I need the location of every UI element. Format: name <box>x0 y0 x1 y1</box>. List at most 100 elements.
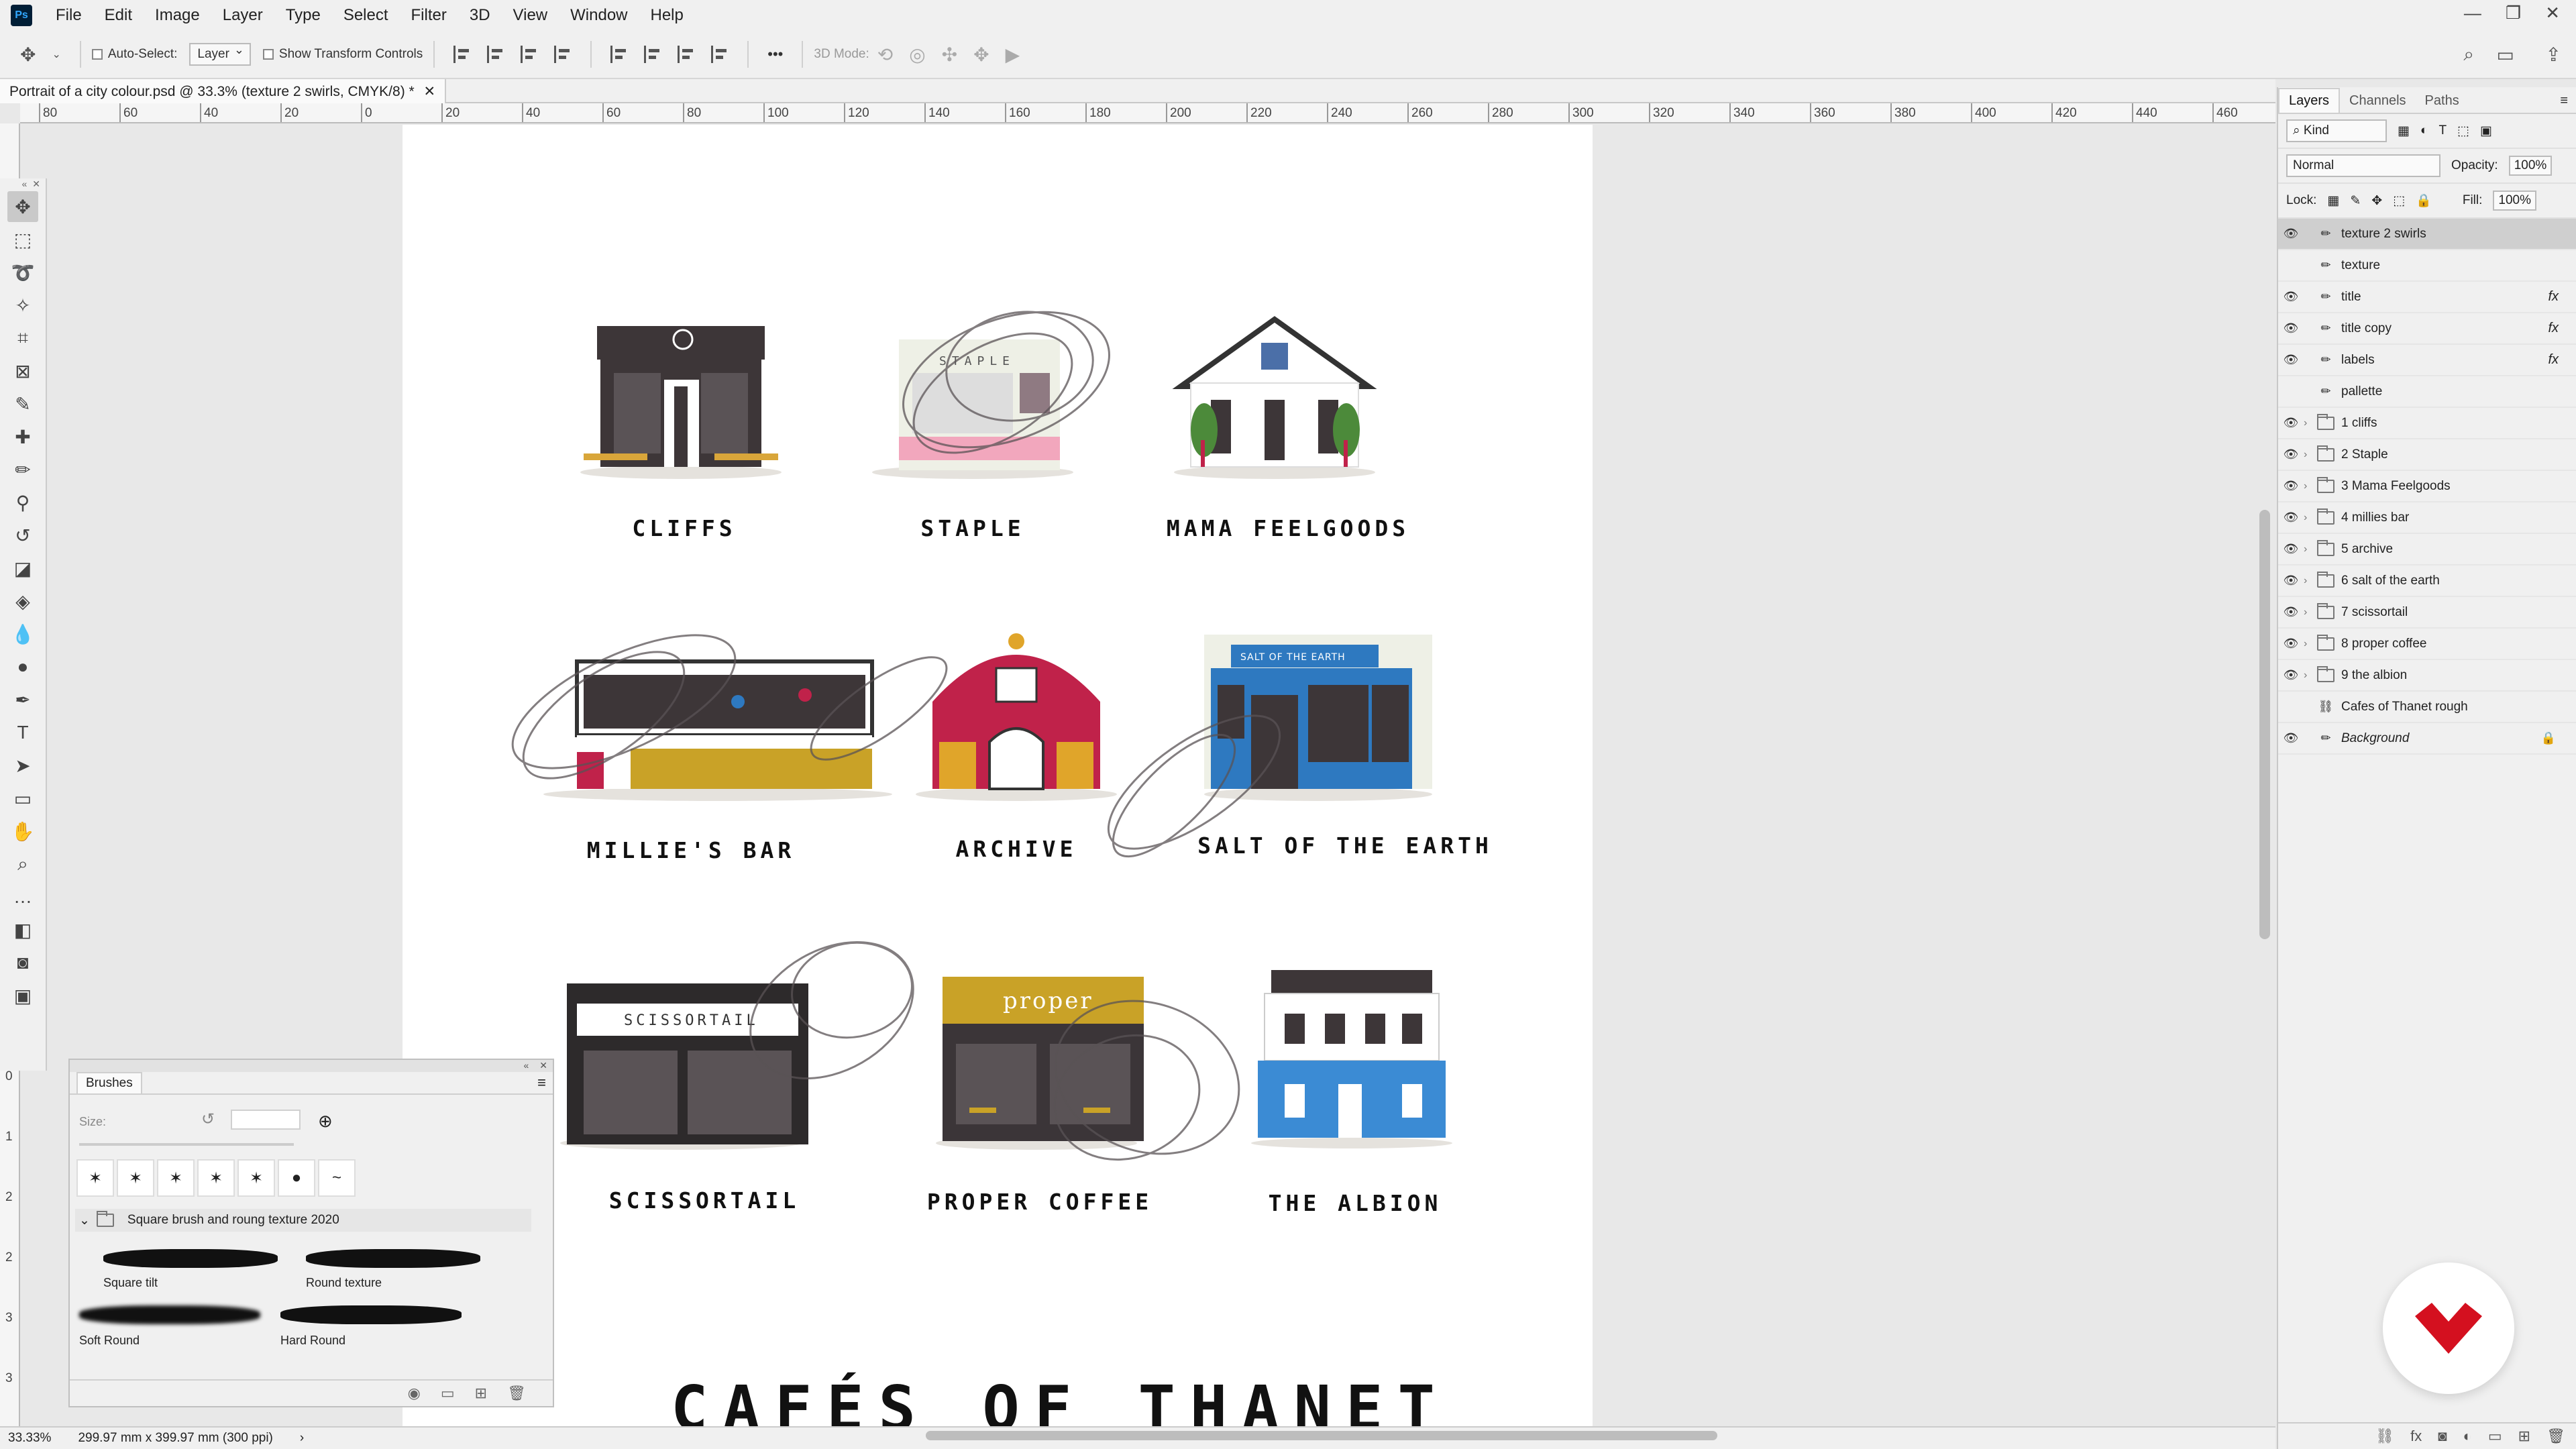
collapse-icon[interactable]: « <box>21 178 27 189</box>
brush-visibility-icon[interactable]: ◉ <box>408 1385 421 1402</box>
color-swatches-icon[interactable]: ◧ <box>7 914 38 945</box>
path-selection-tool-icon[interactable]: ➤ <box>7 750 38 781</box>
visibility-eye-icon[interactable]: 👁 <box>2278 574 2304 588</box>
eraser-tool-icon[interactable]: ◪ <box>7 553 38 584</box>
brush-preview-square-tilt[interactable] <box>103 1249 278 1268</box>
expand-chevron-icon[interactable]: › <box>2304 417 2317 429</box>
close-tab-icon[interactable]: ✕ <box>424 84 436 99</box>
zoom-tool-icon[interactable]: ⌕ <box>7 849 38 879</box>
expand-chevron-icon[interactable]: › <box>2304 606 2317 619</box>
canvas[interactable]: STAPLE CLIFFS STAPLE MAMA FEELGOODS SALT… <box>402 125 1593 1426</box>
recent-brush[interactable]: ✶ <box>197 1159 235 1197</box>
move-tool-icon[interactable]: ✥ <box>7 191 38 222</box>
filter-shape-icon[interactable]: ⬚ <box>2457 123 2469 139</box>
visibility-eye-icon[interactable]: 👁 <box>2278 321 2304 335</box>
layer-effects-badge[interactable]: fx <box>2548 352 2559 368</box>
close-icon[interactable]: ✕ <box>539 1060 547 1072</box>
healing-brush-tool-icon[interactable]: ✚ <box>7 421 38 452</box>
more-options-button[interactable]: ••• <box>767 46 783 63</box>
add-style-icon[interactable]: fx <box>2410 1428 2422 1445</box>
filter-pixel-icon[interactable]: ▦ <box>2398 123 2410 139</box>
lock-artboard-icon[interactable]: ⬚ <box>2393 193 2405 209</box>
tab-layers[interactable]: Layers <box>2278 88 2341 113</box>
visibility-eye-icon[interactable]: 👁 <box>2278 605 2304 619</box>
layer-row[interactable]: 👁 › 7 scissortail <box>2278 597 2576 629</box>
menu-help[interactable]: Help <box>639 6 695 25</box>
expand-chevron-icon[interactable]: › <box>2304 512 2317 524</box>
new-layer-icon[interactable]: ⊞ <box>2518 1428 2530 1445</box>
fill-input[interactable]: 100% <box>2493 191 2537 211</box>
layer-row[interactable]: 👁 › 4 millies bar <box>2278 502 2576 534</box>
marquee-tool-icon[interactable]: ⬚ <box>7 224 38 255</box>
close-button[interactable]: ✕ <box>2545 3 2560 23</box>
reset-icon[interactable]: ↺ <box>201 1110 215 1129</box>
blur-tool-icon[interactable]: 💧 <box>7 619 38 649</box>
menu-view[interactable]: View <box>502 6 559 25</box>
expand-chevron-icon[interactable]: › <box>2304 638 2317 650</box>
brush-item-soft-round[interactable]: Soft Round <box>79 1334 140 1348</box>
panel-menu-icon[interactable]: ≡ <box>2552 89 2576 113</box>
delete-icon[interactable]: 🗑 <box>507 1385 526 1402</box>
layer-row[interactable]: 👁 › 5 archive <box>2278 534 2576 566</box>
layer-row[interactable]: 👁 ✏ title fx <box>2278 282 2576 313</box>
lasso-tool-icon[interactable]: ➰ <box>7 257 38 288</box>
expand-chevron-icon[interactable]: › <box>2304 575 2317 587</box>
link-layers-icon[interactable]: ⛓ <box>2375 1428 2394 1445</box>
3d-pan-icon[interactable]: ✣ <box>942 44 957 66</box>
layer-filter-dropdown[interactable]: ⌕ Kind <box>2286 119 2387 142</box>
horizontal-scrollbar[interactable] <box>926 1431 1717 1440</box>
auto-select-dropdown[interactable]: Layer <box>189 43 251 66</box>
brush-preview-round-texture[interactable] <box>306 1249 480 1268</box>
visibility-eye-icon[interactable]: 👁 <box>2278 447 2304 462</box>
brush-size-slider[interactable] <box>79 1143 294 1146</box>
zoom-level[interactable]: 33.33% <box>8 1431 51 1446</box>
edit-toolbar-icon[interactable]: … <box>7 881 38 912</box>
move-tool-icon[interactable]: ✥ <box>20 44 36 66</box>
layer-row[interactable]: 👁 › 1 cliffs <box>2278 408 2576 439</box>
layer-row[interactable]: 👁 ✏ texture 2 swirls <box>2278 219 2576 250</box>
expand-chevron-icon[interactable]: › <box>2304 449 2317 461</box>
history-brush-tool-icon[interactable]: ↺ <box>7 520 38 551</box>
type-tool-icon[interactable]: T <box>7 717 38 748</box>
tab-paths[interactable]: Paths <box>2416 89 2469 113</box>
workspace-icon[interactable]: ▭ <box>2497 44 2514 66</box>
show-transform-checkbox[interactable] <box>262 49 274 60</box>
visibility-eye-icon[interactable]: 👁 <box>2278 353 2304 367</box>
quick-mask-icon[interactable]: ◙ <box>7 947 38 978</box>
tab-brushes[interactable]: Brushes <box>76 1072 142 1093</box>
menu-type[interactable]: Type <box>274 6 332 25</box>
add-mask-icon[interactable]: ◙ <box>2438 1428 2447 1445</box>
lock-position-icon[interactable]: ✥ <box>2371 193 2382 209</box>
layer-effects-badge[interactable]: fx <box>2548 321 2559 336</box>
brush-tool-icon[interactable]: ✏ <box>7 454 38 485</box>
adjustment-layer-icon[interactable]: ◐ <box>2463 1428 2472 1445</box>
layer-row[interactable]: 👁 ✏ labels fx <box>2278 345 2576 376</box>
rectangle-tool-icon[interactable]: ▭ <box>7 783 38 814</box>
new-brush-icon[interactable]: ⊞ <box>475 1385 487 1402</box>
pen-tool-icon[interactable]: ✒ <box>7 684 38 715</box>
delete-layer-icon[interactable]: 🗑 <box>2546 1428 2565 1445</box>
recent-brush[interactable]: ● <box>278 1159 315 1197</box>
align-top-icon[interactable] <box>610 46 628 63</box>
3d-roll-icon[interactable]: ◎ <box>909 44 925 66</box>
tab-channels[interactable]: Channels <box>2340 89 2416 113</box>
menu-file[interactable]: File <box>44 6 93 25</box>
chevron-right-icon[interactable]: › <box>300 1431 304 1446</box>
filter-adjustment-icon[interactable]: ◐ <box>2420 123 2428 138</box>
blend-mode-dropdown[interactable]: Normal <box>2286 154 2440 177</box>
brush-item-square-tilt[interactable]: Square tilt <box>103 1276 158 1290</box>
lock-pixels-icon[interactable]: ✎ <box>2350 193 2361 209</box>
visibility-eye-icon[interactable]: 👁 <box>2278 731 2304 745</box>
visibility-eye-icon[interactable]: 👁 <box>2278 290 2304 304</box>
collapse-icon[interactable]: « <box>523 1060 529 1072</box>
align-bottom-icon[interactable] <box>678 46 695 63</box>
minimize-button[interactable]: — <box>2464 3 2481 23</box>
expand-chevron-icon[interactable]: › <box>2304 669 2317 682</box>
menu-3d[interactable]: 3D <box>458 6 502 25</box>
new-group-icon[interactable]: ▭ <box>441 1385 455 1402</box>
expand-chevron-icon[interactable]: › <box>2304 480 2317 492</box>
menu-window[interactable]: Window <box>559 6 639 25</box>
screen-mode-icon[interactable]: ▣ <box>7 980 38 1011</box>
brush-item-hard-round[interactable]: Hard Round <box>280 1334 345 1348</box>
hand-tool-icon[interactable]: ✋ <box>7 816 38 847</box>
